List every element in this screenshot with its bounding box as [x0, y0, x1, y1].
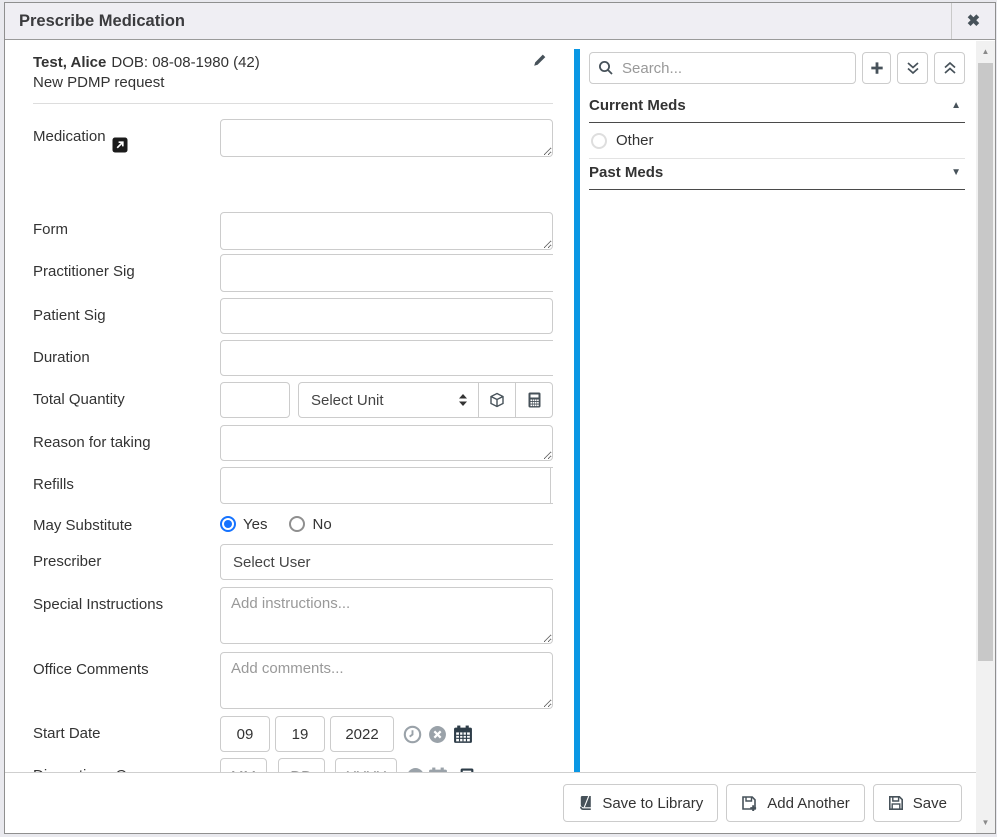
prescriber-select[interactable]: Select User — [220, 544, 553, 580]
unit-select[interactable]: Select Unit — [298, 382, 479, 418]
total-quantity-label: Total Quantity — [33, 382, 220, 418]
radio-selected-icon — [220, 516, 236, 532]
vertical-scrollbar[interactable]: ▲ ▼ — [976, 41, 995, 833]
plus-icon — [870, 61, 884, 75]
medication-input[interactable] — [220, 119, 553, 157]
patient-name: Test, Alice — [33, 53, 106, 73]
reason-input[interactable] — [220, 425, 553, 461]
set-time-button[interactable] — [403, 725, 422, 744]
clear-start-date-button[interactable] — [428, 725, 447, 744]
substitute-yes-radio[interactable]: Yes — [220, 516, 267, 533]
prescribe-medication-dialog: Prescribe Medication ✖ Test, Alice DOB: … — [4, 2, 996, 834]
office-comments-input[interactable] — [220, 652, 553, 709]
patient-header: Test, Alice DOB: 08-08-1980 (42) New PDM… — [33, 41, 553, 104]
start-date-calendar-button[interactable] — [453, 725, 473, 744]
dialog-title: Prescribe Medication — [5, 12, 185, 31]
calendar-icon — [453, 725, 473, 744]
refills-0-button[interactable]: 0 — [550, 467, 553, 504]
prescription-form: Test, Alice DOB: 08-08-1980 (42) New PDM… — [33, 41, 553, 774]
dialog-footer: Save to Library Add Another Save — [5, 772, 976, 833]
radio-unselected-icon — [289, 516, 305, 532]
external-link-icon[interactable] — [112, 137, 128, 153]
save-plus-icon — [741, 795, 758, 812]
reason-label: Reason for taking — [33, 425, 220, 461]
add-med-button[interactable] — [862, 52, 891, 84]
save-button[interactable]: Save — [873, 784, 962, 822]
expand-all-button[interactable] — [897, 52, 928, 84]
scrollbar-thumb[interactable] — [978, 63, 993, 661]
scroll-down-arrow-icon[interactable]: ▼ — [976, 814, 995, 831]
close-button[interactable]: ✖ — [951, 3, 995, 39]
add-another-button[interactable]: Add Another — [726, 784, 865, 822]
dialog-titlebar: Prescribe Medication ✖ — [5, 3, 995, 40]
clock-icon — [403, 725, 422, 744]
practitioner-sig-label: Practitioner Sig — [33, 254, 220, 292]
save-icon — [888, 795, 904, 811]
edit-patient-button[interactable] — [532, 53, 547, 68]
search-icon — [598, 60, 614, 76]
unit-lookup-button[interactable] — [478, 382, 516, 418]
form-label: Form — [33, 212, 220, 250]
medication-label: Medication — [33, 119, 220, 157]
radio-other-icon[interactable] — [591, 133, 607, 149]
patient-sig-label: Patient Sig — [33, 298, 220, 334]
substitute-no-radio[interactable]: No — [289, 516, 331, 533]
chevron-double-up-icon — [943, 61, 957, 75]
panel-accent-bar — [574, 49, 580, 772]
meds-panel: Current Meds ▲ Other Past Meds ▼ — [589, 49, 965, 190]
patient-divider — [33, 103, 553, 104]
x-circle-icon — [428, 725, 447, 744]
current-meds-section-header[interactable]: Current Meds ▲ — [589, 97, 965, 123]
practitioner-sig-input[interactable] — [220, 254, 553, 292]
prescriber-label: Prescriber — [33, 544, 220, 580]
caret-up-icon[interactable]: ▲ — [951, 100, 961, 111]
may-substitute-label: May Substitute — [33, 515, 220, 534]
start-year-input[interactable] — [330, 716, 394, 752]
scroll-up-arrow-icon[interactable]: ▲ — [976, 43, 995, 60]
patient-sig-input[interactable] — [220, 298, 553, 334]
save-to-library-button[interactable]: Save to Library — [563, 784, 718, 822]
office-comments-label: Office Comments — [33, 652, 220, 709]
refills-input[interactable] — [220, 467, 551, 504]
start-day-input[interactable] — [275, 716, 325, 752]
form-input[interactable] — [220, 212, 553, 250]
book-icon — [578, 795, 593, 811]
quantity-input[interactable] — [220, 382, 290, 418]
close-icon: ✖ — [967, 11, 980, 31]
pdmp-request-text: New PDMP request — [33, 73, 553, 93]
chevron-double-down-icon — [906, 61, 920, 75]
start-month-input[interactable] — [220, 716, 270, 752]
other-med-option[interactable]: Other — [589, 123, 965, 159]
collapse-all-button[interactable] — [934, 52, 965, 84]
patient-dob: DOB: 08-08-1980 (42) — [111, 53, 259, 73]
quantity-calculator-button[interactable] — [515, 382, 553, 418]
calculator-icon — [527, 392, 542, 408]
past-meds-section-header[interactable]: Past Meds ▼ — [589, 164, 965, 190]
refills-label: Refills — [33, 467, 220, 504]
caret-down-icon[interactable]: ▼ — [951, 167, 961, 178]
meds-search-input[interactable] — [589, 52, 856, 84]
sort-arrows-icon — [458, 393, 468, 407]
pencil-icon — [532, 53, 547, 68]
duration-label: Duration — [33, 340, 220, 376]
special-instructions-input[interactable] — [220, 587, 553, 644]
start-date-label: Start Date — [33, 716, 220, 752]
cube-icon — [489, 392, 505, 408]
special-instructions-label: Special Instructions — [33, 587, 220, 644]
duration-input[interactable] — [220, 340, 553, 376]
